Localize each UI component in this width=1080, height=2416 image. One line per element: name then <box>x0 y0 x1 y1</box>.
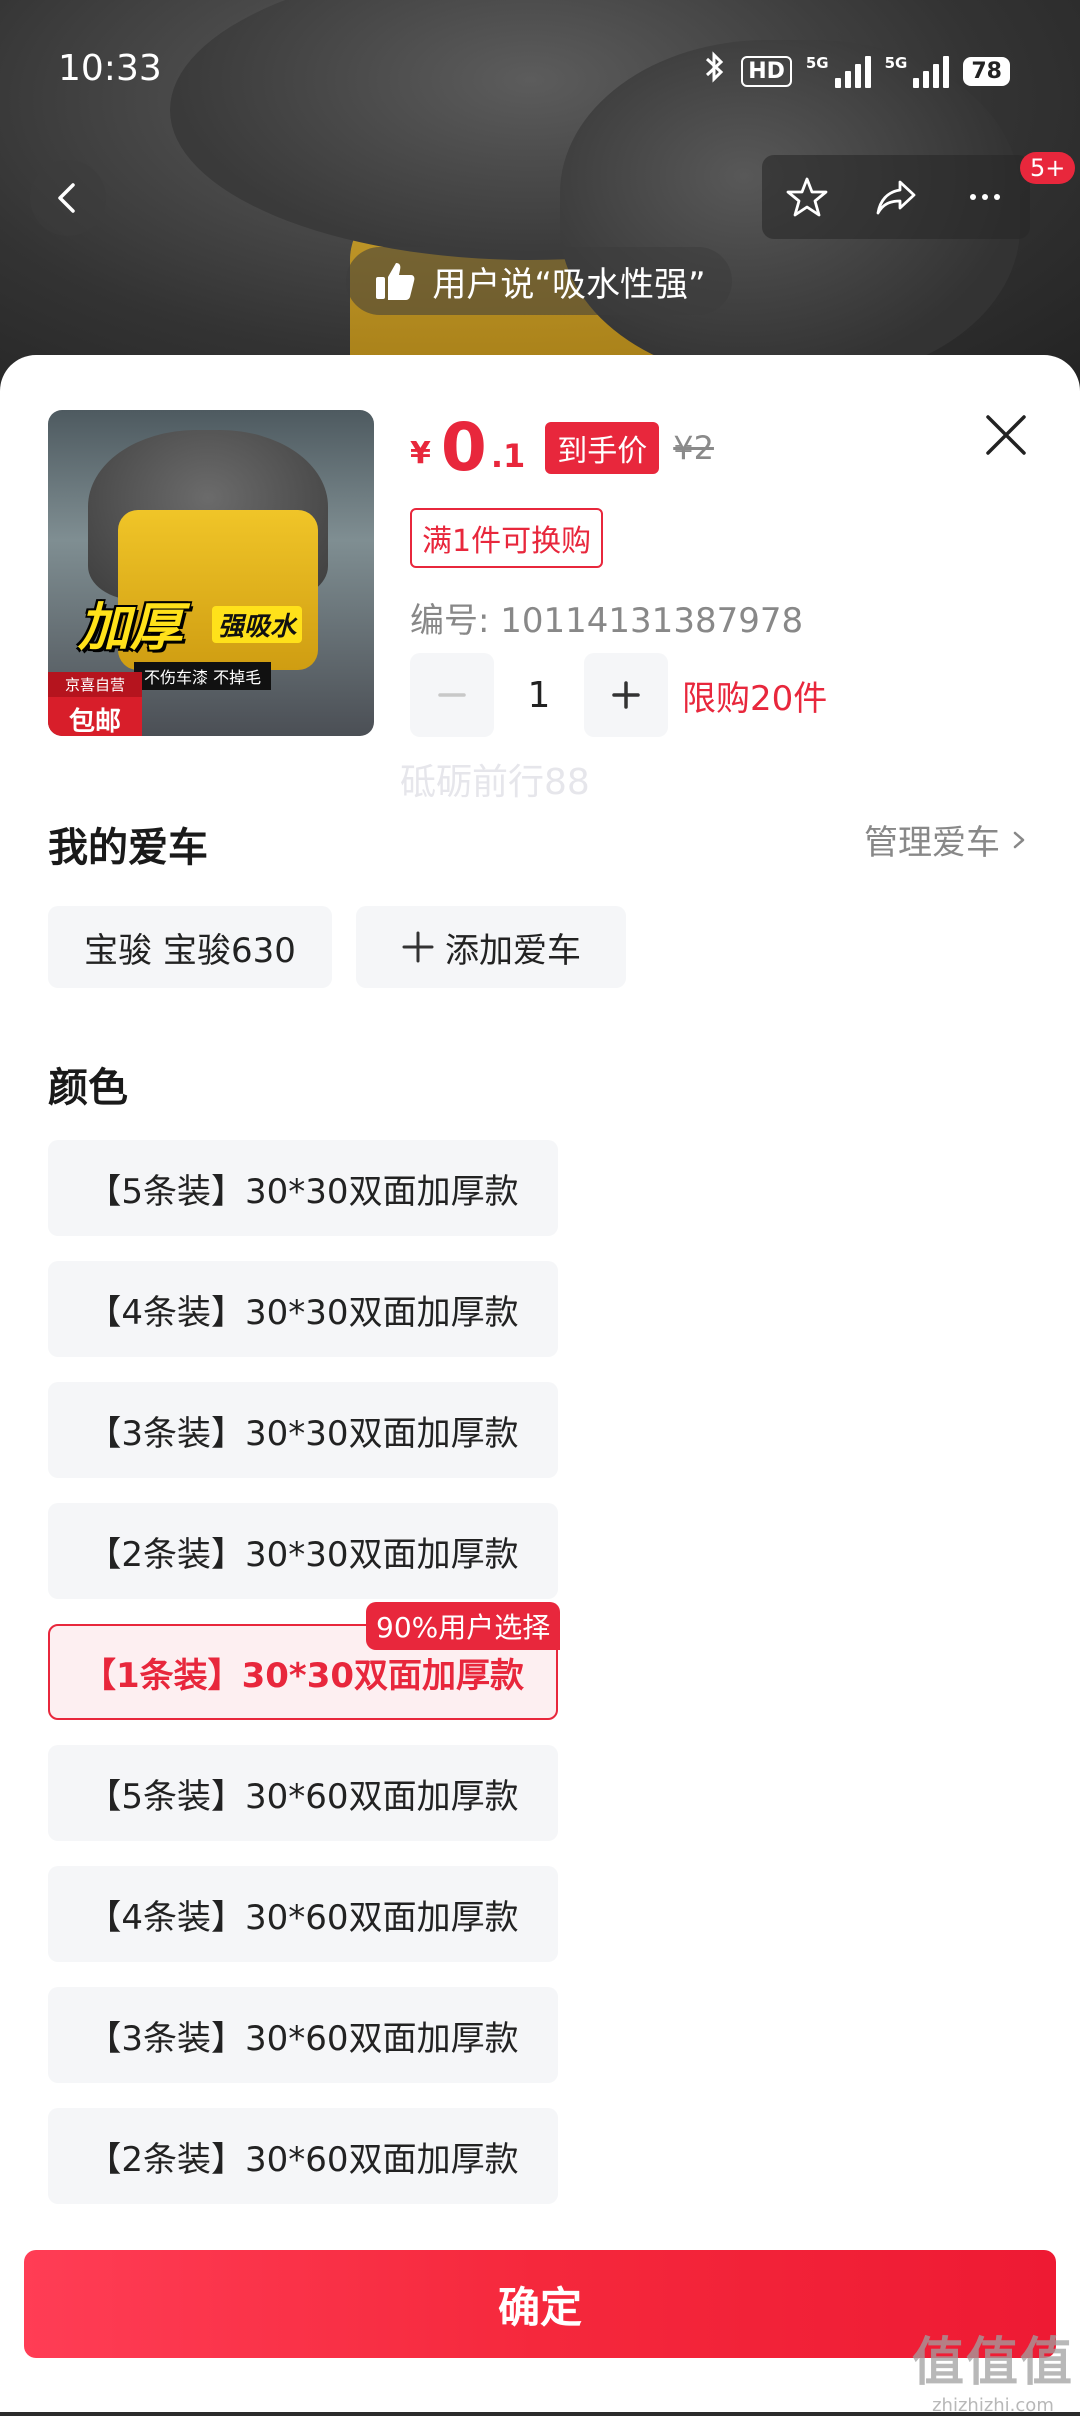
color-option[interactable]: 【2条装】30*60双面加厚款 <box>48 2108 558 2204</box>
close-button[interactable] <box>976 405 1036 465</box>
color-option[interactable]: 【4条装】30*60双面加厚款 <box>48 1866 558 1962</box>
sku-selection-sheet: 加厚 强吸水 不伤车漆 不掉毛 京喜自营 包邮 ¥ 0 .1 到手价 ¥2 满1… <box>0 355 1080 2412</box>
status-icons: HD 5G 5G 78 <box>703 50 1010 92</box>
close-icon <box>986 415 1026 455</box>
color-option[interactable]: 【5条装】30*30双面加厚款 <box>48 1140 558 1236</box>
site-watermark-logo: 值值值 zhizhizhi.com <box>912 2320 1074 2416</box>
color-option[interactable]: 【3条装】30*60双面加厚款 <box>48 1987 558 2083</box>
more-dots-icon <box>970 194 1001 200</box>
confirm-button[interactable]: 确定 <box>24 2250 1056 2358</box>
price-integer: 0 <box>440 409 487 486</box>
status-bar: 10:33 HD 5G 5G 78 <box>0 0 1080 140</box>
purchase-limit: 限购20件 <box>682 678 828 719</box>
review-text: 用户说“吸水性强” <box>432 264 706 305</box>
add-car-button[interactable]: 添加爱车 <box>356 906 626 988</box>
thumb-title: 加厚 <box>78 598 183 658</box>
color-option[interactable]: 【4条装】30*30双面加厚款 <box>48 1261 558 1357</box>
battery-icon: 78 <box>963 56 1010 86</box>
thumb-subtitle: 强吸水 <box>212 606 303 643</box>
nav-actions <box>762 155 1030 239</box>
car-name: 宝骏 宝骏630 <box>84 930 296 971</box>
price-decimal: .1 <box>490 437 526 475</box>
thumb-shipping-tag: 京喜自营 包邮 <box>48 672 142 736</box>
thumb-tag-line1: 京喜自营 <box>48 672 142 697</box>
review-highlight[interactable]: 用户说“吸水性强” <box>346 247 732 315</box>
thumbs-up-icon <box>376 263 415 300</box>
exchange-badge[interactable]: 满1件可换购 <box>410 508 604 568</box>
more-button[interactable] <box>950 162 1020 232</box>
popular-choice-badge: 90%用户选择 <box>366 1602 561 1650</box>
add-car-label: 添加爱车 <box>445 930 581 971</box>
share-icon <box>876 180 916 215</box>
bluetooth-icon <box>703 50 727 92</box>
color-option[interactable]: 【3条装】30*30双面加厚款 <box>48 1382 558 1478</box>
color-option[interactable]: 【2条装】30*30双面加厚款 <box>48 1503 558 1599</box>
site-logo-text: 值值值 <box>911 2333 1074 2393</box>
car-chip[interactable]: 宝骏 宝骏630 <box>48 906 332 988</box>
chevron-right-icon <box>1013 831 1025 848</box>
status-time: 10:33 <box>58 48 162 89</box>
hd-icon: HD <box>741 55 792 87</box>
site-logo-url: zhizhizhi.com <box>932 2395 1054 2416</box>
signal-5g-icon-2: 5G <box>885 54 950 88</box>
decrease-quantity-button[interactable] <box>410 653 494 737</box>
manage-car-link[interactable]: 管理爱车 <box>864 815 1028 864</box>
price-currency: ¥ <box>410 436 431 471</box>
back-button[interactable] <box>30 160 106 236</box>
signal-5g-icon: 5G <box>806 54 871 88</box>
color-option[interactable]: 【5条装】30*60双面加厚款 <box>48 1745 558 1841</box>
plus-icon <box>402 931 434 963</box>
thumb-caption: 不伤车漆 不掉毛 <box>134 662 272 690</box>
share-button[interactable] <box>861 162 931 232</box>
final-price-tag: 到手价 <box>545 422 660 474</box>
user-watermark: 砥砺前行88 <box>400 762 590 803</box>
my-car-title: 我的爱车 <box>48 825 208 871</box>
manage-car-label: 管理爱车 <box>864 823 1000 863</box>
chevron-left-icon <box>58 183 75 213</box>
plus-icon <box>612 681 640 709</box>
color-title: 颜色 <box>48 1065 128 1111</box>
original-price: ¥2 <box>673 429 714 467</box>
quantity-stepper: 1 限购20件 <box>410 653 827 737</box>
favorite-button[interactable] <box>772 162 842 232</box>
increase-quantity-button[interactable] <box>584 653 668 737</box>
star-icon <box>786 177 828 217</box>
message-count-badge: 5+ <box>1020 152 1076 184</box>
thumb-tag-line2: 包邮 <box>68 707 121 736</box>
sku-number: 编号: 10114131387978 <box>410 601 804 641</box>
price-row: ¥ 0 .1 到手价 ¥2 <box>410 415 714 481</box>
quantity-value[interactable]: 1 <box>494 675 584 716</box>
product-thumbnail[interactable]: 加厚 强吸水 不伤车漆 不掉毛 京喜自营 包邮 <box>48 410 374 736</box>
minus-icon <box>438 693 466 697</box>
